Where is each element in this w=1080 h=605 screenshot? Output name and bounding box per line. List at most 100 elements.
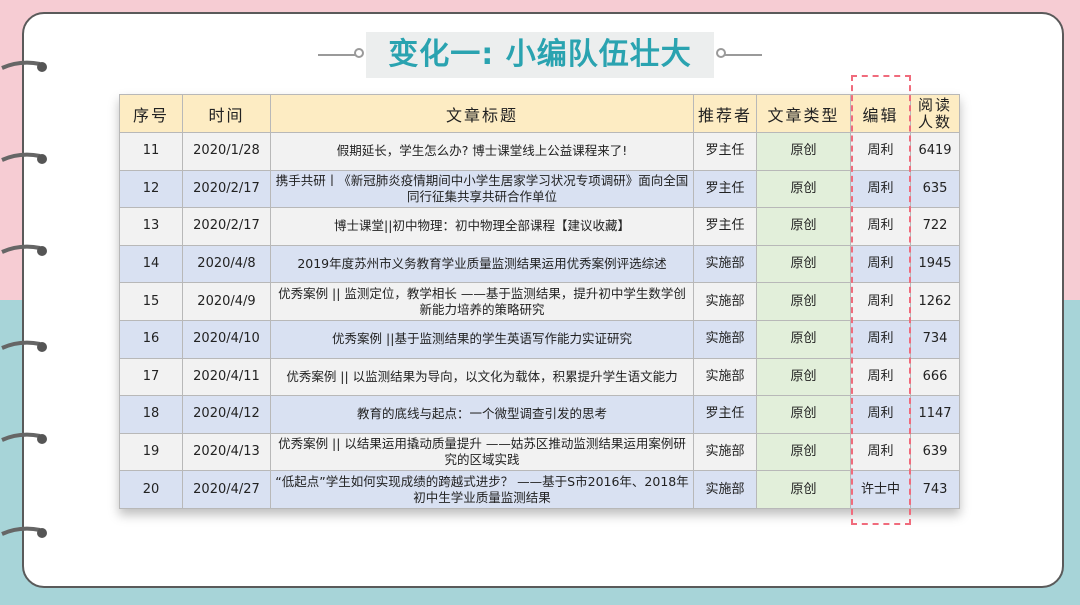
slide-title-group: 变化一: 小编队伍壮大	[318, 32, 762, 78]
cell-title: 优秀案例 || 以监测结果为导向，以文化为载体，积累提升学生语文能力	[270, 357, 694, 397]
cell-time: 2020/2/17	[182, 207, 271, 246]
cell-index: 11	[119, 132, 183, 171]
cell-recommender: 罗主任	[693, 207, 757, 246]
title-line-right	[724, 54, 762, 56]
cell-title: 假期延长，学生怎么办? 博士课堂线上公益课程来了!	[270, 132, 694, 171]
cell-type: 原创	[756, 395, 851, 434]
cell-reads: 722	[910, 207, 960, 246]
cell-type: 原创	[756, 432, 851, 472]
cell-editor: 许士中	[850, 470, 911, 509]
cell-reads: 666	[910, 357, 960, 397]
table-row: 16 2020/4/10 优秀案例 ||基于监测结果的学生英语写作能力实证研究 …	[119, 319, 960, 359]
cell-title: 优秀案例 ||基于监测结果的学生英语写作能力实证研究	[270, 319, 694, 359]
cell-title: 优秀案例 || 以结果运用撬动质量提升 ——姑苏区推动监测结果运用案例研究的区域…	[270, 432, 694, 472]
table-row: 12 2020/2/17 携手共研丨《新冠肺炎疫情期间中小学生居家学习状况专项调…	[119, 169, 960, 209]
cell-recommender: 实施部	[693, 282, 757, 321]
title-dot-right	[716, 48, 726, 58]
cell-editor: 周利	[850, 395, 911, 434]
table-row: 14 2020/4/8 2019年度苏州市义务教育学业质量监测结果运用优秀案例评…	[119, 244, 960, 284]
cell-recommender: 实施部	[693, 319, 757, 359]
cell-title: “低起点”学生如何实现成绩的跨越式进步？ ——基于S市2016年、2018年初中…	[270, 470, 694, 509]
cell-time: 2020/1/28	[182, 132, 271, 171]
cell-time: 2020/4/8	[182, 244, 271, 284]
cell-editor: 周利	[850, 432, 911, 472]
cell-editor: 周利	[850, 132, 911, 171]
cell-time: 2020/2/17	[182, 169, 271, 209]
articles-table: 序号 时间 文章标题 推荐者 文章类型 编辑 阅读人数 11 2020/1/28…	[119, 94, 960, 509]
cell-recommender: 实施部	[693, 432, 757, 472]
cell-editor: 周利	[850, 244, 911, 284]
table-header-row: 序号 时间 文章标题 推荐者 文章类型 编辑 阅读人数	[119, 94, 960, 133]
cell-index: 20	[119, 470, 183, 509]
table-row: 13 2020/2/17 博士课堂||初中物理：初中物理全部课程【建议收藏】 罗…	[119, 207, 960, 246]
table-row: 18 2020/4/12 教育的底线与起点：一个微型调查引发的思考 罗主任 原创…	[119, 395, 960, 434]
binder-ring-icon	[1, 60, 47, 72]
slide-title: 变化一: 小编队伍壮大	[366, 32, 714, 78]
cell-reads: 635	[910, 169, 960, 209]
title-line-left	[318, 54, 356, 56]
header-title: 文章标题	[270, 94, 694, 133]
cell-editor: 周利	[850, 282, 911, 321]
cell-title: 优秀案例 || 监测定位，教学相长 ——基于监测结果，提升初中学生数学创新能力培…	[270, 282, 694, 321]
table-row: 15 2020/4/9 优秀案例 || 监测定位，教学相长 ——基于监测结果，提…	[119, 282, 960, 321]
title-dot-left	[354, 48, 364, 58]
header-index: 序号	[119, 94, 183, 133]
cell-type: 原创	[756, 470, 851, 509]
cell-recommender: 罗主任	[693, 169, 757, 209]
cell-reads: 1147	[910, 395, 960, 434]
cell-type: 原创	[756, 282, 851, 321]
cell-title: 博士课堂||初中物理：初中物理全部课程【建议收藏】	[270, 207, 694, 246]
cell-reads: 734	[910, 319, 960, 359]
cell-type: 原创	[756, 357, 851, 397]
cell-reads: 639	[910, 432, 960, 472]
header-recommender: 推荐者	[693, 94, 757, 133]
cell-time: 2020/4/11	[182, 357, 271, 397]
cell-reads: 6419	[910, 132, 960, 171]
cell-index: 14	[119, 244, 183, 284]
cell-index: 13	[119, 207, 183, 246]
cell-index: 16	[119, 319, 183, 359]
table-row: 20 2020/4/27 “低起点”学生如何实现成绩的跨越式进步？ ——基于S市…	[119, 470, 960, 509]
cell-title: 2019年度苏州市义务教育学业质量监测结果运用优秀案例评选综述	[270, 244, 694, 284]
table-row: 11 2020/1/28 假期延长，学生怎么办? 博士课堂线上公益课程来了! 罗…	[119, 132, 960, 171]
binder-ring-icon	[1, 432, 47, 444]
cell-type: 原创	[756, 169, 851, 209]
cell-editor: 周利	[850, 319, 911, 359]
cell-index: 12	[119, 169, 183, 209]
cell-title: 携手共研丨《新冠肺炎疫情期间中小学生居家学习状况专项调研》面向全国同行征集共享共…	[270, 169, 694, 209]
cell-reads: 1945	[910, 244, 960, 284]
cell-type: 原创	[756, 319, 851, 359]
cell-time: 2020/4/9	[182, 282, 271, 321]
binder-ring-icon	[1, 526, 47, 538]
cell-index: 18	[119, 395, 183, 434]
binder-ring-icon	[1, 152, 47, 164]
cell-time: 2020/4/13	[182, 432, 271, 472]
cell-index: 17	[119, 357, 183, 397]
cell-reads: 743	[910, 470, 960, 509]
cell-time: 2020/4/12	[182, 395, 271, 434]
cell-reads: 1262	[910, 282, 960, 321]
cell-editor: 周利	[850, 357, 911, 397]
header-time: 时间	[182, 94, 271, 133]
binder-ring-icon	[1, 340, 47, 352]
cell-recommender: 罗主任	[693, 132, 757, 171]
header-type: 文章类型	[756, 94, 851, 133]
cell-index: 19	[119, 432, 183, 472]
cell-time: 2020/4/27	[182, 470, 271, 509]
cell-index: 15	[119, 282, 183, 321]
cell-recommender: 罗主任	[693, 395, 757, 434]
binder-ring-icon	[1, 244, 47, 256]
cell-type: 原创	[756, 132, 851, 171]
cell-type: 原创	[756, 244, 851, 284]
table-row: 17 2020/4/11 优秀案例 || 以监测结果为导向，以文化为载体，积累提…	[119, 357, 960, 397]
cell-recommender: 实施部	[693, 470, 757, 509]
header-editor: 编辑	[850, 94, 911, 133]
table-row: 19 2020/4/13 优秀案例 || 以结果运用撬动质量提升 ——姑苏区推动…	[119, 432, 960, 472]
cell-type: 原创	[756, 207, 851, 246]
cell-time: 2020/4/10	[182, 319, 271, 359]
cell-editor: 周利	[850, 169, 911, 209]
cell-recommender: 实施部	[693, 244, 757, 284]
header-reads: 阅读人数	[910, 94, 960, 133]
cell-recommender: 实施部	[693, 357, 757, 397]
cell-title: 教育的底线与起点：一个微型调查引发的思考	[270, 395, 694, 434]
